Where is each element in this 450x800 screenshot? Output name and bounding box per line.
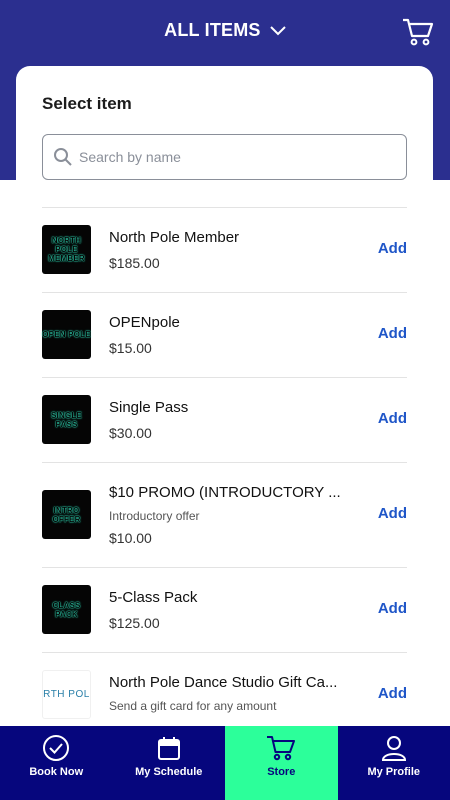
item-price: $15.00 xyxy=(109,340,152,356)
check-circle-icon xyxy=(43,735,70,761)
list-item: NORTH POLE MEMBER North Pole Member $185… xyxy=(42,207,407,292)
category-dropdown-label: ALL ITEMS xyxy=(164,20,261,40)
chevron-down-icon xyxy=(270,26,286,36)
category-dropdown[interactable]: ALL ITEMS xyxy=(0,20,450,41)
item-name: OPENpole xyxy=(109,314,180,331)
item-name: $10 PROMO (INTRODUCTORY ... xyxy=(109,484,341,501)
list-item: CLASS PACK 5-Class Pack $125.00 Add xyxy=(42,567,407,652)
cart-icon[interactable] xyxy=(402,17,434,47)
select-item-panel: Select item NORTH POLE MEMBER North Pole… xyxy=(16,66,433,786)
item-subtitle: Send a gift card for any amount xyxy=(109,699,277,713)
nav-store[interactable]: Store xyxy=(225,726,338,800)
item-thumbnail: NORTH POLE MEMBER xyxy=(42,225,91,274)
item-thumbnail: CLASS PACK xyxy=(42,585,91,634)
cart-icon xyxy=(267,736,296,761)
item-subtitle: Introductory offer xyxy=(109,509,200,523)
item-thumbnail: RTH POL xyxy=(42,670,91,719)
nav-book-now[interactable]: Book Now xyxy=(0,726,113,800)
add-button[interactable]: Add xyxy=(378,410,407,427)
list-item: SINGLE PASS Single Pass $30.00 Add xyxy=(42,377,407,462)
item-thumbnail: INTRO OFFER xyxy=(42,490,91,539)
panel-title: Select item xyxy=(42,94,132,113)
search-box[interactable] xyxy=(42,134,407,180)
calendar-icon xyxy=(157,737,180,760)
item-name: North Pole Member xyxy=(109,229,240,246)
add-button[interactable]: Add xyxy=(378,685,407,702)
list-item: RTH POL North Pole Dance Studio Gift Ca.… xyxy=(42,652,407,737)
item-price: $10.00 xyxy=(109,530,152,546)
add-button[interactable]: Add xyxy=(378,600,407,617)
item-name: Single Pass xyxy=(109,399,189,416)
add-button[interactable]: Add xyxy=(378,325,407,342)
item-price: $185.00 xyxy=(109,255,160,271)
nav-label: Store xyxy=(267,766,296,778)
bottom-navigation: Book Now My Schedule Store My Profile xyxy=(0,726,450,800)
item-name: North Pole Dance Studio Gift Ca... xyxy=(109,674,338,691)
list-item: INTRO OFFER $10 PROMO (INTRODUCTORY ... … xyxy=(42,462,407,567)
item-thumbnail: SINGLE PASS xyxy=(42,395,91,444)
item-thumbnail: OPEN POLE xyxy=(42,310,91,359)
item-list: NORTH POLE MEMBER North Pole Member $185… xyxy=(42,207,407,737)
search-icon xyxy=(54,148,72,166)
app-header: ALL ITEMS xyxy=(0,0,450,66)
item-price: $30.00 xyxy=(109,425,152,441)
list-item: OPEN POLE OPENpole $15.00 Add xyxy=(42,292,407,377)
user-icon xyxy=(381,736,406,761)
nav-label: My Profile xyxy=(367,766,421,778)
nav-my-profile[interactable]: My Profile xyxy=(338,726,450,800)
add-button[interactable]: Add xyxy=(378,240,407,257)
add-button[interactable]: Add xyxy=(378,505,407,522)
nav-label: Book Now xyxy=(29,766,84,778)
nav-my-schedule[interactable]: My Schedule xyxy=(113,726,226,800)
nav-label: My Schedule xyxy=(135,766,203,778)
item-price: $125.00 xyxy=(109,615,160,631)
search-input[interactable] xyxy=(79,135,399,179)
item-name: 5-Class Pack xyxy=(109,589,198,606)
